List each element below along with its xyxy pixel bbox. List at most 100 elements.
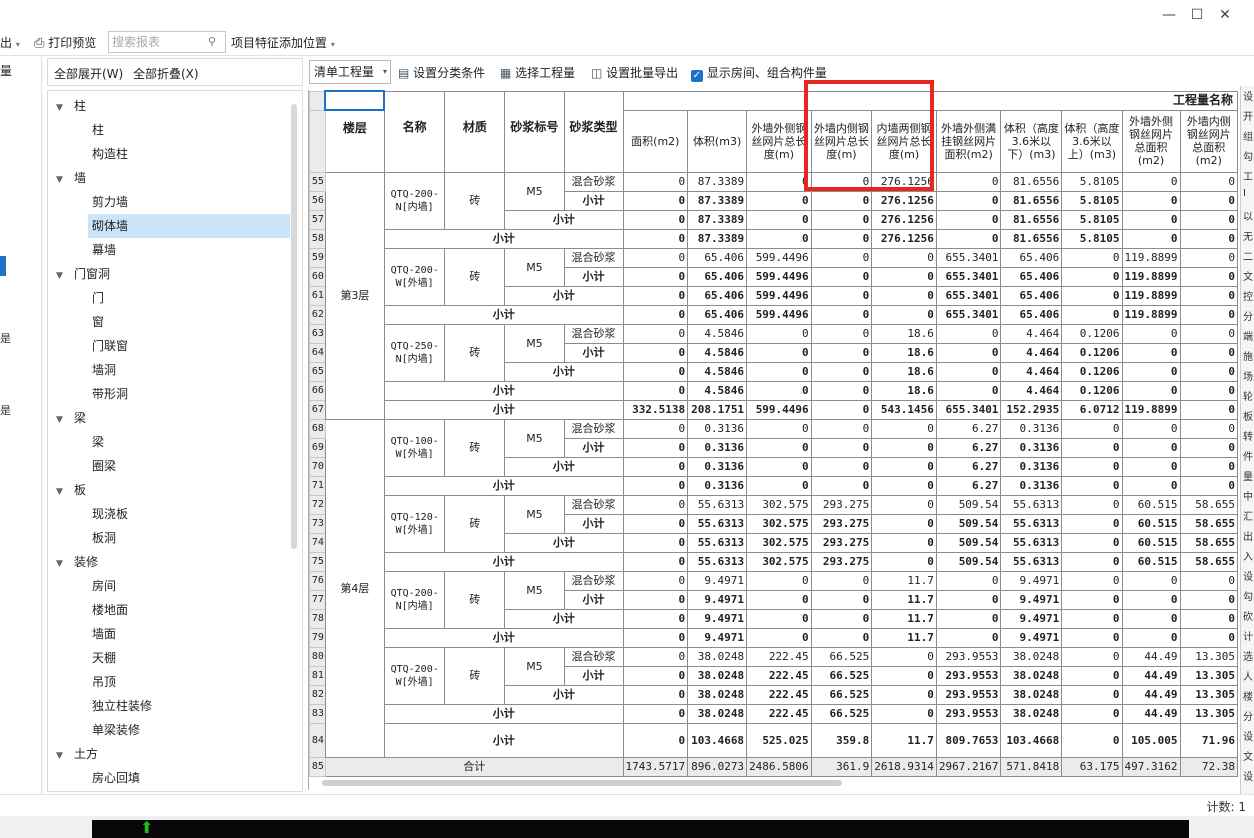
value-cell[interactable]: 11.7 [871, 627, 937, 648]
side-tab-22[interactable]: 出 [1243, 528, 1253, 543]
component-name[interactable]: QTQ-100-W[外墙] [383, 418, 446, 477]
value-cell[interactable]: 65.406 [1000, 247, 1063, 268]
value-cell[interactable]: 0 [810, 190, 873, 211]
value-cell[interactable]: 0 [1179, 247, 1238, 268]
close-icon[interactable]: ✕ [1214, 5, 1236, 25]
tree-group-16[interactable]: ▼ 板 [56, 478, 292, 502]
side-tab-33[interactable]: 文 [1243, 748, 1253, 763]
value-cell[interactable]: 0 [1121, 570, 1181, 591]
row-number[interactable]: 85 [309, 756, 326, 777]
value-cell[interactable]: 55.6313 [687, 551, 748, 572]
subtotal-label[interactable]: 小计 [383, 380, 624, 401]
value-cell[interactable]: 65.406 [1000, 285, 1063, 306]
value-cell[interactable]: 293.9553 [935, 646, 1002, 667]
mortar-type-cell[interactable]: 混合砂浆 [563, 494, 624, 515]
row-number-blank[interactable] [309, 109, 326, 173]
floor-subtotal-value[interactable]: 103.4668 [1000, 722, 1063, 758]
value-cell[interactable]: 0.3136 [1000, 418, 1063, 439]
caret-down-icon[interactable]: ▼ [56, 264, 68, 288]
value-cell[interactable]: 0 [622, 342, 689, 363]
value-cell[interactable]: 0 [1179, 228, 1238, 249]
value-cell[interactable]: 0 [810, 304, 873, 325]
value-cell[interactable]: 0 [810, 285, 873, 306]
tree-item-24[interactable]: 吊顶 [88, 670, 290, 694]
subtotal-label[interactable]: 小计 [504, 361, 624, 382]
subtotal-label[interactable]: 小计 [504, 285, 624, 306]
grand-total-value[interactable]: 63.175 [1061, 756, 1123, 777]
side-tab-7[interactable]: 无 [1243, 228, 1253, 243]
value-cell[interactable]: 0 [1121, 209, 1181, 230]
export-button[interactable]: 出 ▾ [0, 34, 20, 52]
value-cell[interactable]: 5.8105 [1061, 228, 1123, 249]
side-tab-9[interactable]: 文 [1243, 268, 1253, 283]
floor-subtotal-value[interactable]: 525.025 [746, 722, 812, 758]
tree-group-3[interactable]: ▼ 墙 [56, 166, 292, 190]
value-cell[interactable]: 0 [810, 589, 873, 610]
floor-subtotal-value[interactable]: 119.8899 [1121, 399, 1181, 420]
value-cell[interactable]: 0 [746, 361, 812, 382]
value-cell[interactable]: 0 [1179, 209, 1238, 230]
subtotal-label[interactable]: 小计 [563, 513, 624, 534]
mortar-grade-cell[interactable]: M5 [504, 646, 565, 686]
value-cell[interactable]: 6.27 [935, 418, 1002, 439]
value-cell[interactable]: 0 [622, 475, 689, 496]
value-cell[interactable]: 599.4496 [746, 247, 812, 268]
value-cell[interactable]: 55.6313 [1000, 532, 1063, 553]
value-cell[interactable]: 65.406 [687, 266, 748, 287]
subtotal-label[interactable]: 小计 [383, 228, 624, 249]
value-cell[interactable]: 222.45 [746, 665, 812, 686]
list-type-select[interactable]: 清单工程量 ▾ [309, 60, 391, 84]
value-cell[interactable]: 87.3389 [687, 209, 748, 230]
value-cell[interactable]: 0 [935, 608, 1002, 629]
tree-item-22[interactable]: 墙面 [88, 622, 290, 646]
value-cell[interactable]: 0 [1179, 437, 1238, 458]
value-cell[interactable]: 0 [622, 570, 689, 591]
value-cell[interactable]: 0 [1179, 171, 1238, 192]
value-cell[interactable]: 0 [871, 532, 937, 553]
value-cell[interactable]: 599.4496 [746, 266, 812, 287]
tree-item-9[interactable]: 窗 [88, 310, 290, 334]
value-cell[interactable]: 81.6556 [1000, 228, 1063, 249]
value-cell[interactable]: 509.54 [935, 494, 1002, 515]
floor-subtotal-value[interactable]: 655.3401 [935, 399, 1002, 420]
value-cell[interactable]: 0 [1061, 266, 1123, 287]
row-number[interactable]: 69 [309, 437, 326, 458]
value-cell[interactable]: 0 [871, 665, 937, 686]
row-number[interactable]: 64 [309, 342, 326, 363]
value-cell[interactable]: 44.49 [1121, 703, 1181, 724]
value-cell[interactable]: 0 [1179, 304, 1238, 325]
value-cell[interactable]: 0 [810, 361, 873, 382]
value-cell[interactable]: 87.3389 [687, 190, 748, 211]
header-selected-cell[interactable] [324, 90, 386, 111]
value-cell[interactable]: 222.45 [746, 684, 812, 705]
side-tab-20[interactable]: 中 [1243, 488, 1253, 503]
value-cell[interactable]: 55.6313 [1000, 494, 1063, 515]
value-cell[interactable]: 0 [1121, 608, 1181, 629]
column-header[interactable]: 外墙内侧钢丝网片总面积(m2) [1179, 109, 1238, 173]
value-cell[interactable]: 0 [871, 247, 937, 268]
value-cell[interactable]: 5.8105 [1061, 209, 1123, 230]
value-cell[interactable]: 0 [1061, 456, 1123, 477]
side-tab-25[interactable]: 勾 [1243, 588, 1253, 603]
tree-group-19[interactable]: ▼ 装修 [56, 550, 292, 574]
row-number[interactable]: 78 [309, 608, 326, 629]
mortar-grade-cell[interactable]: M5 [504, 247, 565, 287]
row-number[interactable]: 82 [309, 684, 326, 705]
value-cell[interactable]: 0 [1061, 684, 1123, 705]
column-header[interactable]: 体积（高度3.6米以上）(m3) [1061, 109, 1123, 173]
value-cell[interactable]: 87.3389 [687, 228, 748, 249]
floor-cell[interactable]: 第4层 [324, 418, 385, 758]
tree-group-0[interactable]: ▼ 柱 [56, 94, 292, 118]
value-cell[interactable]: 18.6 [871, 342, 937, 363]
value-cell[interactable]: 119.8899 [1121, 266, 1181, 287]
value-cell[interactable]: 4.464 [1000, 323, 1063, 344]
subtotal-label[interactable]: 小计 [383, 551, 624, 572]
value-cell[interactable]: 0 [935, 323, 1002, 344]
value-cell[interactable]: 55.6313 [687, 532, 748, 553]
caret-down-icon[interactable]: ▼ [56, 168, 68, 192]
value-cell[interactable]: 0 [1121, 171, 1181, 192]
side-tab-8[interactable]: 二 [1243, 248, 1253, 263]
floor-subtotal-value[interactable]: 332.5138 [622, 399, 689, 420]
mortar-grade-cell[interactable]: M5 [504, 494, 565, 534]
value-cell[interactable]: 0 [871, 703, 937, 724]
